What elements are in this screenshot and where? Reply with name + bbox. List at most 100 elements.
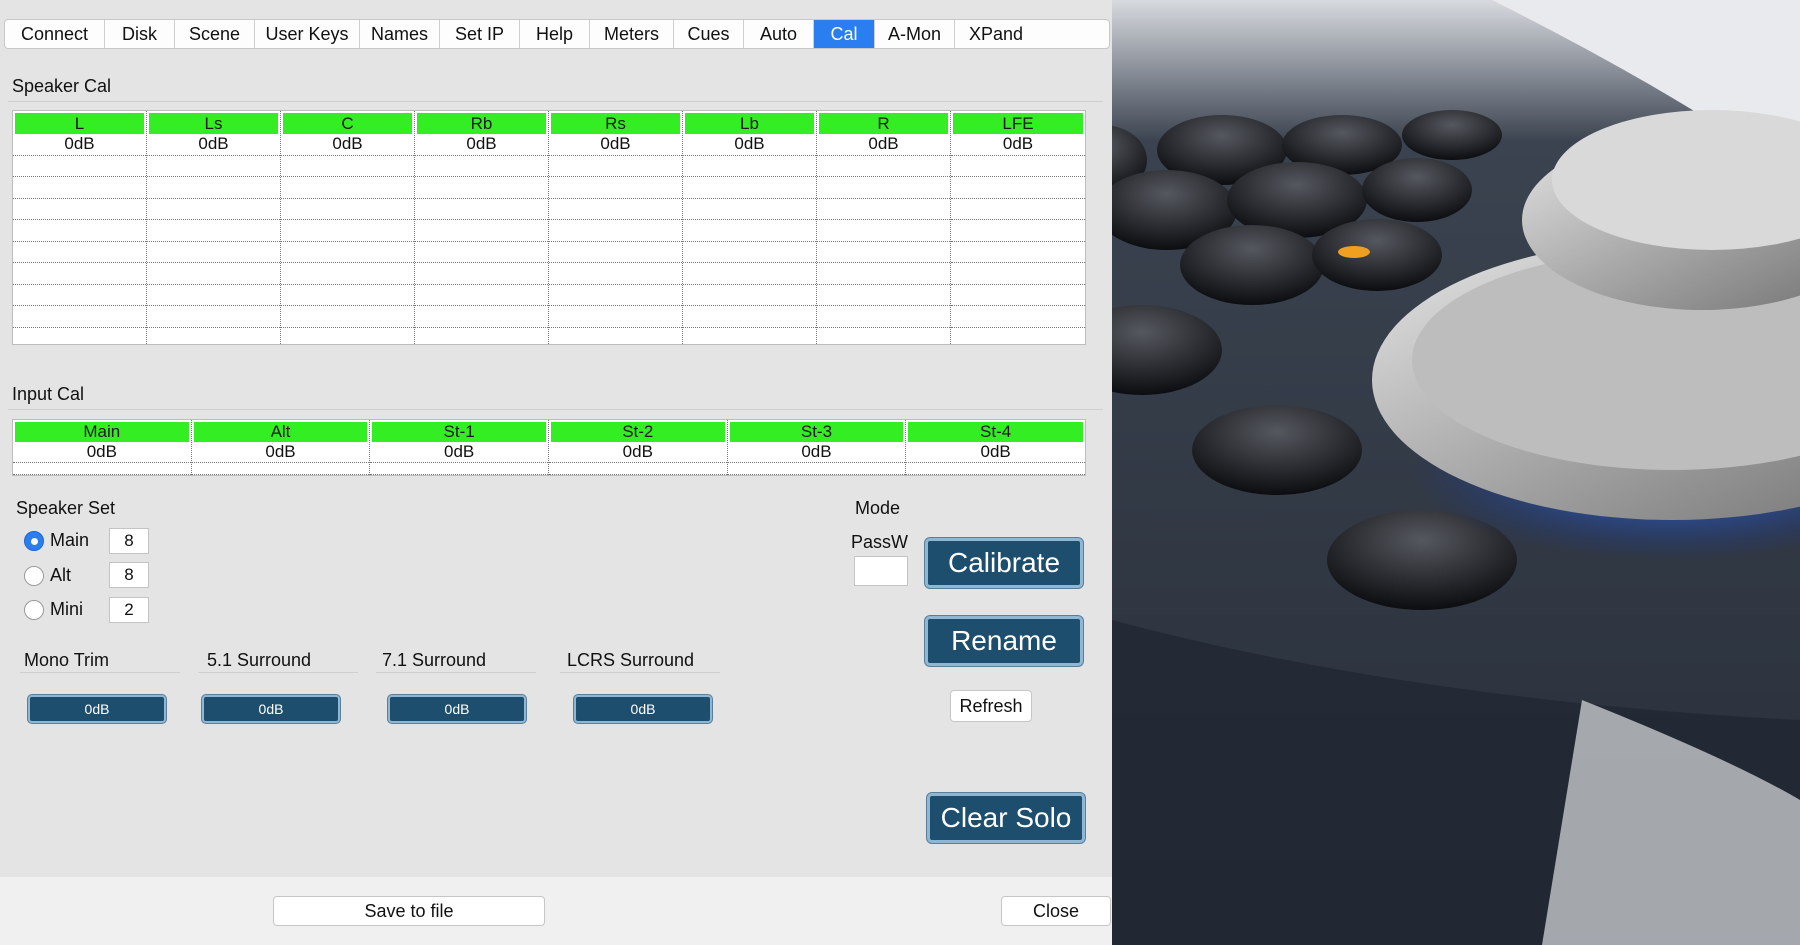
speaker-set-alt-option[interactable]: Alt — [24, 565, 71, 586]
speaker_cal-empty-cell[interactable] — [549, 306, 682, 328]
speaker_cal-value-cell[interactable]: 0dB — [549, 134, 682, 156]
speaker_cal-empty-cell[interactable] — [415, 242, 548, 263]
speaker_cal-empty-cell[interactable] — [13, 156, 146, 177]
speaker_cal-empty-cell[interactable] — [549, 242, 682, 263]
speaker_cal-empty-cell[interactable] — [817, 156, 950, 177]
input_cal-empty-cell[interactable] — [548, 463, 727, 475]
tab-a-mon[interactable]: A-Mon — [875, 20, 955, 48]
speaker_cal-empty-cell[interactable] — [951, 285, 1085, 306]
lcrs-surround-button[interactable]: 0dB — [574, 695, 712, 723]
speaker_cal-empty-cell[interactable] — [13, 285, 146, 306]
tab-meters[interactable]: Meters — [590, 20, 674, 48]
speaker_cal-empty-cell[interactable] — [683, 306, 816, 328]
speaker_cal-empty-cell[interactable] — [817, 285, 950, 306]
tab-cues[interactable]: Cues — [674, 20, 744, 48]
speaker_cal-empty-cell[interactable] — [415, 306, 548, 328]
tab-user-keys[interactable]: User Keys — [255, 20, 360, 48]
speaker_cal-empty-cell[interactable] — [683, 242, 816, 263]
input_cal-empty-cell[interactable] — [13, 463, 191, 475]
speaker_cal-empty-cell[interactable] — [147, 285, 280, 306]
speaker_cal-empty-cell[interactable] — [683, 177, 816, 199]
speaker_cal-empty-cell[interactable] — [683, 263, 816, 285]
tab-cal[interactable]: Cal — [814, 20, 875, 48]
mini-count-field[interactable]: 2 — [109, 597, 149, 623]
input_cal-value-cell[interactable]: 0dB — [727, 442, 906, 463]
speaker_cal-empty-cell[interactable] — [415, 199, 548, 220]
tab-disk[interactable]: Disk — [105, 20, 175, 48]
speaker_cal-empty-cell[interactable] — [817, 199, 950, 220]
input_cal-value-cell[interactable]: 0dB — [191, 442, 370, 463]
speaker_cal-value-cell[interactable]: 0dB — [13, 134, 146, 156]
speaker_cal-empty-cell[interactable] — [281, 263, 414, 285]
speaker_cal-value-cell[interactable]: 0dB — [415, 134, 548, 156]
alt-count-field[interactable]: 8 — [109, 562, 149, 588]
speaker_cal-empty-cell[interactable] — [147, 242, 280, 263]
input_cal-value-cell[interactable]: 0dB — [370, 442, 548, 463]
speaker_cal-empty-cell[interactable] — [147, 156, 280, 177]
speaker-set-main-option[interactable]: Main — [24, 530, 89, 551]
input_cal-empty-cell[interactable] — [727, 463, 906, 475]
tab-connect[interactable]: Connect — [5, 20, 105, 48]
speaker_cal-empty-cell[interactable] — [951, 306, 1085, 328]
speaker_cal-empty-cell[interactable] — [683, 156, 816, 177]
speaker_cal-empty-cell[interactable] — [281, 177, 414, 199]
speaker_cal-empty-cell[interactable] — [549, 220, 682, 242]
input_cal-empty-cell[interactable] — [191, 463, 370, 475]
speaker_cal-empty-cell[interactable] — [415, 156, 548, 177]
close-button[interactable]: Close — [1001, 896, 1111, 926]
speaker_cal-empty-cell[interactable] — [13, 242, 146, 263]
tab-xpand[interactable]: XPand — [955, 20, 1037, 48]
speaker_cal-empty-cell[interactable] — [281, 285, 414, 306]
speaker_cal-empty-cell[interactable] — [147, 199, 280, 220]
speaker_cal-empty-cell[interactable] — [549, 199, 682, 220]
main-count-field[interactable]: 8 — [109, 528, 149, 554]
rename-button[interactable]: Rename — [925, 616, 1083, 666]
speaker_cal-empty-cell[interactable] — [147, 263, 280, 285]
input_cal-value-cell[interactable]: 0dB — [13, 442, 191, 463]
radio-mini[interactable] — [24, 599, 44, 620]
tab-names[interactable]: Names — [360, 20, 440, 48]
speaker_cal-value-cell[interactable]: 0dB — [951, 134, 1085, 156]
speaker_cal-empty-cell[interactable] — [951, 199, 1085, 220]
speaker_cal-empty-cell[interactable] — [415, 177, 548, 199]
password-input[interactable] — [854, 556, 908, 586]
mono-trim-button[interactable]: 0dB — [28, 695, 166, 723]
speaker_cal-empty-cell[interactable] — [817, 177, 950, 199]
tab-set-ip[interactable]: Set IP — [440, 20, 520, 48]
tab-scene[interactable]: Scene — [175, 20, 255, 48]
speaker_cal-empty-cell[interactable] — [951, 242, 1085, 263]
speaker_cal-empty-cell[interactable] — [549, 177, 682, 199]
speaker_cal-empty-cell[interactable] — [683, 285, 816, 306]
speaker_cal-empty-cell[interactable] — [817, 263, 950, 285]
tab-auto[interactable]: Auto — [744, 20, 814, 48]
speaker_cal-empty-cell[interactable] — [817, 306, 950, 328]
speaker_cal-empty-cell[interactable] — [147, 306, 280, 328]
speaker_cal-empty-cell[interactable] — [415, 263, 548, 285]
speaker_cal-value-cell[interactable]: 0dB — [817, 134, 950, 156]
speaker_cal-value-cell[interactable]: 0dB — [147, 134, 280, 156]
tab-help[interactable]: Help — [520, 20, 590, 48]
speaker_cal-empty-cell[interactable] — [281, 199, 414, 220]
speaker_cal-value-cell[interactable]: 0dB — [683, 134, 816, 156]
speaker_cal-empty-cell[interactable] — [951, 220, 1085, 242]
speaker_cal-empty-cell[interactable] — [951, 156, 1085, 177]
speaker_cal-empty-cell[interactable] — [817, 242, 950, 263]
speaker_cal-empty-cell[interactable] — [13, 263, 146, 285]
speaker_cal-empty-cell[interactable] — [549, 285, 682, 306]
refresh-button[interactable]: Refresh — [950, 690, 1032, 722]
surround-51-button[interactable]: 0dB — [202, 695, 340, 723]
speaker_cal-empty-cell[interactable] — [13, 199, 146, 220]
speaker_cal-empty-cell[interactable] — [281, 306, 414, 328]
input_cal-value-cell[interactable]: 0dB — [548, 442, 727, 463]
radio-alt[interactable] — [24, 565, 44, 586]
speaker_cal-empty-cell[interactable] — [281, 156, 414, 177]
calibrate-button[interactable]: Calibrate — [925, 538, 1083, 588]
speaker_cal-empty-cell[interactable] — [549, 156, 682, 177]
speaker_cal-empty-cell[interactable] — [951, 177, 1085, 199]
save-to-file-button[interactable]: Save to file — [273, 896, 545, 926]
speaker_cal-empty-cell[interactable] — [281, 220, 414, 242]
speaker_cal-empty-cell[interactable] — [549, 263, 682, 285]
speaker_cal-empty-cell[interactable] — [683, 220, 816, 242]
speaker_cal-empty-cell[interactable] — [415, 220, 548, 242]
surround-71-button[interactable]: 0dB — [388, 695, 526, 723]
